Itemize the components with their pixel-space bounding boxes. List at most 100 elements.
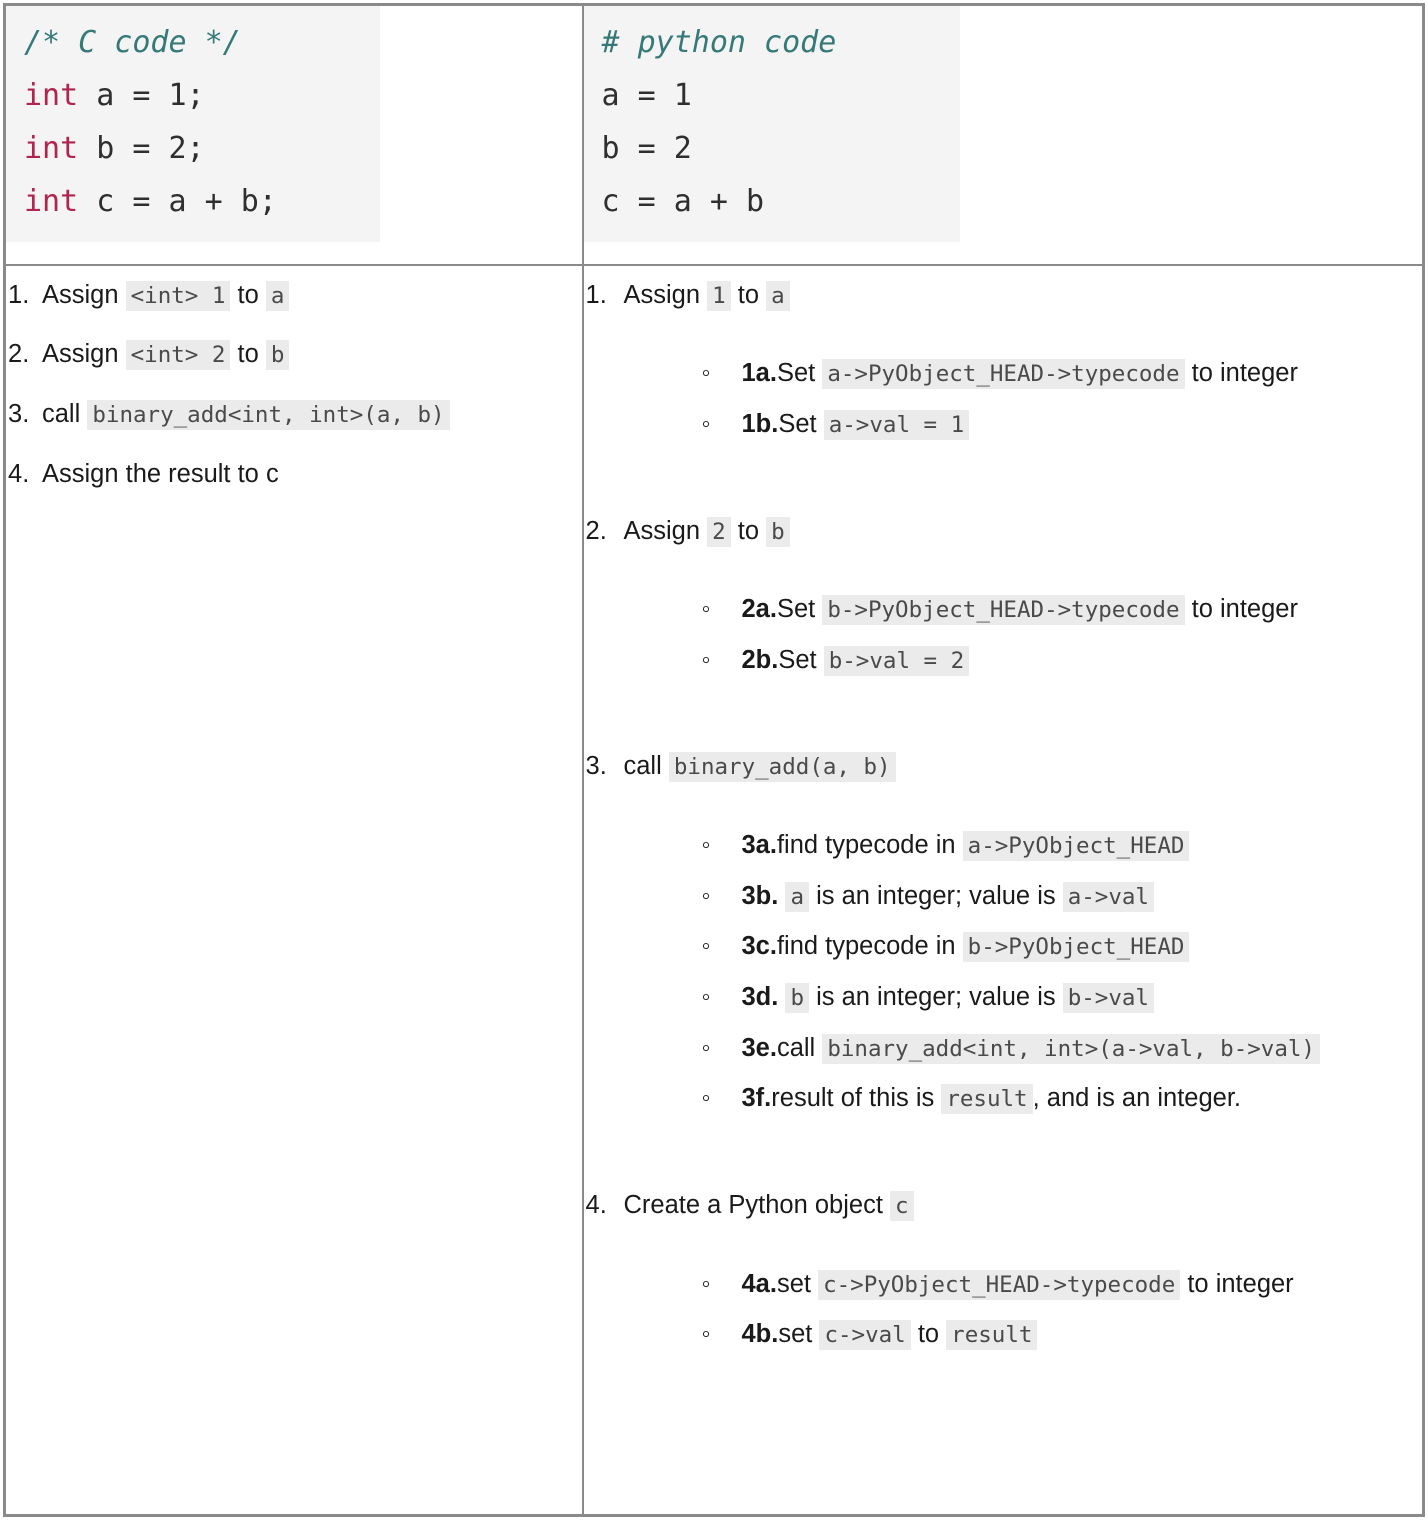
py-substep-1a: 1a.Set a->PyObject_HEAD->typecode to int… xyxy=(702,348,1423,399)
py-step-1-code-2: a xyxy=(766,280,790,311)
py-substep-4a-text-1: set xyxy=(776,1269,819,1298)
steps-row: Assign <int> 1 to a Assign <int> 2 to b … xyxy=(3,263,1425,1517)
py-substep-2b-text-1: Set xyxy=(778,645,824,674)
python-code-cell: # python code a = 1 b = 2 c = a + b xyxy=(581,3,1425,266)
c-steps-cell: Assign <int> 1 to a Assign <int> 2 to b … xyxy=(3,263,584,1517)
py-substep-4a-text-2: to integer xyxy=(1180,1269,1294,1298)
py-substep-3f: 3f.result of this is result, and is an i… xyxy=(702,1073,1423,1124)
python-code-comment: # python code xyxy=(601,25,837,60)
py-step-3-substeps: 3a.find typecode in a->PyObject_HEAD 3b.… xyxy=(624,820,1423,1124)
py-step-4-substeps: 4a.set c->PyObject_HEAD->typecode to int… xyxy=(624,1259,1423,1360)
py-substep-4b-code-1: c->val xyxy=(819,1320,911,1351)
py-substep-3e-text-1: call xyxy=(776,1033,823,1062)
py-substep-3d-code-1: b xyxy=(785,982,809,1013)
py-substep-2a-text-2: to integer xyxy=(1184,595,1298,624)
code-row: /* C code */ int a = 1; int b = 2; int c… xyxy=(3,3,1425,266)
c-step-2-code-1: <int> 2 xyxy=(125,340,231,371)
py-substep-3a-text-1: find typecode in xyxy=(776,831,963,860)
py-substep-4b-text-1: set xyxy=(778,1320,820,1349)
py-substep-4b-label: 4b. xyxy=(741,1320,779,1349)
py-substep-3b-label: 3b. xyxy=(741,881,779,910)
c-step-2-code-2: b xyxy=(265,340,290,371)
py-step-1: Assign 1 to a 1a.Set a->PyObject_HEAD->t… xyxy=(584,266,1423,450)
py-step-1-text-1: Assign xyxy=(623,280,708,309)
py-substep-4b: 4b.set c->val to result xyxy=(702,1309,1423,1360)
py-substep-2a: 2a.Set b->PyObject_HEAD->typecode to int… xyxy=(702,584,1423,635)
c-keyword-1: int xyxy=(24,78,79,114)
c-code-cell: /* C code */ int a = 1; int b = 2; int c… xyxy=(3,3,584,266)
c-step-1-code-1: <int> 1 xyxy=(125,280,231,311)
py-substep-1b-text-1: Set xyxy=(778,409,824,438)
py-substep-3c: 3c.find typecode in b->PyObject_HEAD xyxy=(702,921,1423,972)
py-substep-3c-text-1: find typecode in xyxy=(776,932,963,961)
py-substep-3f-text-1: result of this is xyxy=(771,1084,942,1113)
c-step-3-code-1: binary_add<int, int>(a, b) xyxy=(87,399,450,430)
py-substep-2a-text-1: Set xyxy=(776,595,823,624)
python-steps-cell: Assign 1 to a 1a.Set a->PyObject_HEAD->t… xyxy=(581,263,1425,1517)
c-step-1-line: Assign <int> 1 to a xyxy=(42,266,582,326)
py-substep-2b-label: 2b. xyxy=(741,645,779,674)
py-step-3-line: call binary_add(a, b) xyxy=(624,737,1423,794)
py-substep-3f-label: 3f. xyxy=(741,1084,772,1113)
py-substep-3b-code-2: a->val xyxy=(1062,881,1154,912)
py-substep-4b-text-2: to xyxy=(910,1320,947,1349)
c-code-block: /* C code */ int a = 1; int b = 2; int c… xyxy=(6,6,380,243)
py-substep-1a-text-2: to integer xyxy=(1184,359,1298,388)
code-comparison-table: /* C code */ int a = 1; int b = 2; int c… xyxy=(3,3,1425,1517)
py-step-2-code-2: b xyxy=(766,516,790,547)
c-step-1-text-1: Assign xyxy=(42,280,126,309)
python-code-block: # python code a = 1 b = 2 c = a + b xyxy=(583,6,960,243)
py-step-1-line: Assign 1 to a xyxy=(624,266,1423,323)
c-line-3-rest: c = a + b; xyxy=(78,184,277,220)
py-substep-2b: 2b.Set b->val = 2 xyxy=(702,635,1423,686)
py-step-4-text-1: Create a Python object xyxy=(623,1190,890,1219)
py-substep-3d-code-2: b->val xyxy=(1062,982,1154,1013)
py-substep-3a-code: a->PyObject_HEAD xyxy=(962,831,1190,862)
python-steps-list: Assign 1 to a 1a.Set a->PyObject_HEAD->t… xyxy=(584,266,1423,1360)
py-substep-1b: 1b.Set a->val = 1 xyxy=(702,399,1423,450)
py-substep-3c-code: b->PyObject_HEAD xyxy=(962,932,1190,963)
py-step-3: call binary_add(a, b) 3a.find typecode i… xyxy=(584,737,1423,1123)
c-step-3-text-1: call xyxy=(42,399,88,428)
python-line-2: b = 2 xyxy=(601,131,692,167)
python-line-3: c = a + b xyxy=(601,184,765,220)
py-substep-1b-label: 1b. xyxy=(741,409,779,438)
py-substep-3d-text-1: is an integer; value is xyxy=(808,982,1063,1011)
py-substep-3a-label: 3a. xyxy=(741,831,777,860)
py-substep-2a-code: b->PyObject_HEAD->typecode xyxy=(822,595,1185,626)
py-substep-3b-text-1: is an integer; value is xyxy=(808,881,1063,910)
py-substep-3c-label: 3c. xyxy=(741,932,777,961)
c-code-comment: /* C code */ xyxy=(24,25,241,60)
py-step-2-text-1: Assign xyxy=(623,516,708,545)
py-substep-4b-code-2: result xyxy=(946,1320,1038,1351)
py-substep-4a: 4a.set c->PyObject_HEAD->typecode to int… xyxy=(702,1259,1423,1310)
c-line-2-rest: b = 2; xyxy=(78,131,205,167)
py-step-1-substeps: 1a.Set a->PyObject_HEAD->typecode to int… xyxy=(624,348,1423,449)
c-step-2-text-1: Assign xyxy=(42,340,126,369)
c-keyword-2: int xyxy=(24,131,79,167)
py-step-2-code-1: 2 xyxy=(707,516,731,547)
py-substep-2b-code: b->val = 2 xyxy=(823,645,970,676)
c-line-1-rest: a = 1; xyxy=(78,78,205,114)
py-substep-3d: 3d. b is an integer; value is b->val xyxy=(702,972,1423,1023)
c-step-3: call binary_add<int, int>(a, b) xyxy=(6,385,582,445)
c-step-1-text-2: to xyxy=(230,280,266,309)
c-step-4: Assign the result to c xyxy=(6,445,582,505)
c-step-2: Assign <int> 2 to b xyxy=(6,325,582,385)
py-step-2-text-2: to xyxy=(730,516,767,545)
c-step-1-code-2: a xyxy=(265,280,290,311)
py-substep-1a-label: 1a. xyxy=(741,359,777,388)
py-substep-3e-code: binary_add<int, int>(a->val, b->val) xyxy=(822,1033,1320,1064)
c-step-3-line: call binary_add<int, int>(a, b) xyxy=(42,385,582,445)
py-substep-3e: 3e.call binary_add<int, int>(a->val, b->… xyxy=(702,1023,1423,1074)
py-substep-4a-label: 4a. xyxy=(741,1269,777,1298)
py-substep-3b: 3b. a is an integer; value is a->val xyxy=(702,871,1423,922)
py-substep-1a-code: a->PyObject_HEAD->typecode xyxy=(822,359,1185,390)
c-keyword-3: int xyxy=(24,184,79,220)
c-step-2-text-2: to xyxy=(230,340,266,369)
c-step-2-line: Assign <int> 2 to b xyxy=(42,325,582,385)
py-substep-3d-label: 3d. xyxy=(741,982,779,1011)
c-step-4-line: Assign the result to c xyxy=(42,445,582,505)
py-step-4: Create a Python object c 4a.set c->PyObj… xyxy=(584,1176,1423,1360)
py-substep-3a: 3a.find typecode in a->PyObject_HEAD xyxy=(702,820,1423,871)
